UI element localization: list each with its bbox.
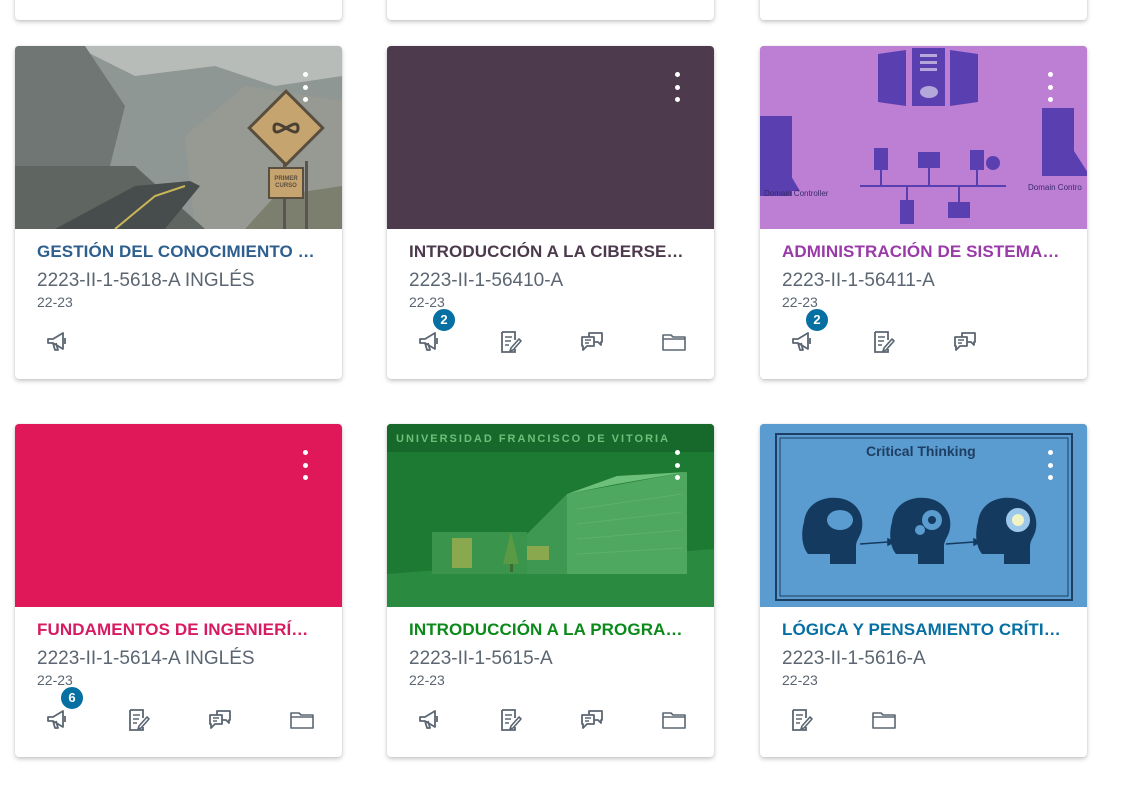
- discussions-button[interactable]: [952, 329, 978, 355]
- card-options-button[interactable]: [1043, 450, 1057, 480]
- unread-badge: 2: [432, 308, 456, 332]
- mountain-road-image: [15, 46, 342, 229]
- course-card-partial: [387, 0, 714, 20]
- assignments-button[interactable]: [498, 707, 524, 733]
- files-button[interactable]: [289, 707, 315, 733]
- folder-icon: [872, 712, 896, 729]
- diagram-label: Domain Contro: [1028, 183, 1082, 192]
- card-options-button[interactable]: [670, 450, 684, 480]
- card-options-button[interactable]: [1043, 72, 1057, 102]
- course-title-link[interactable]: LÓGICA Y PENSAMIENTO CRÍTIC…: [782, 619, 1065, 641]
- course-title-link[interactable]: FUNDAMENTOS DE INGENIERÍA…: [37, 619, 320, 641]
- megaphone-icon: [419, 710, 438, 729]
- course-card-image[interactable]: PRIMER CURSO: [15, 46, 342, 229]
- sign-text: PRIMER: [274, 176, 298, 182]
- unread-badge: 2: [805, 308, 829, 332]
- image-heading: Critical Thinking: [866, 443, 976, 459]
- course-code: 2223-II-1-56411-A: [782, 270, 935, 291]
- discussion-icon: [209, 710, 231, 729]
- folder-icon: [290, 712, 314, 729]
- course-card-image[interactable]: [15, 424, 342, 607]
- discussions-button[interactable]: [207, 707, 233, 733]
- course-title-link[interactable]: ADMINISTRACIÓN DE SISTEMAS…: [782, 241, 1065, 263]
- course-card[interactable]: PRIMER CURSO GESTIÓN DEL CONOCIMIENTO … …: [15, 46, 342, 379]
- files-button[interactable]: [871, 707, 897, 733]
- sign-text: CURSO: [275, 183, 297, 189]
- course-card-partial: [760, 0, 1087, 20]
- files-button[interactable]: [661, 707, 687, 733]
- network-diagram-image: Domain Controller Domain Contro: [760, 46, 1087, 229]
- discussion-icon: [954, 332, 976, 351]
- course-code: 2223-II-1-5614-A INGLÉS: [37, 648, 255, 669]
- assignment-icon: [792, 709, 813, 731]
- diagram-label: Domain Controller: [764, 189, 829, 198]
- announcements-button[interactable]: [416, 707, 442, 733]
- course-term: 22-23: [782, 294, 818, 310]
- course-code: 2223-II-1-56410-A: [409, 270, 564, 291]
- course-term: 22-23: [782, 672, 818, 688]
- announcements-button[interactable]: 2: [789, 308, 829, 355]
- announcements-button[interactable]: 2: [416, 308, 456, 355]
- course-code: 2223-II-1-5615-A: [409, 648, 553, 669]
- assignments-button[interactable]: [789, 707, 815, 733]
- course-code: 2223-II-1-5616-A: [782, 648, 926, 669]
- course-card-image[interactable]: [387, 46, 714, 229]
- assignment-icon: [501, 709, 522, 731]
- course-card[interactable]: Critical Thinking LÓGICA Y PENSAMIENTO C…: [760, 424, 1087, 757]
- assignment-icon: [874, 331, 895, 353]
- card-options-button[interactable]: [670, 72, 684, 102]
- card-options-button[interactable]: [298, 450, 312, 480]
- folder-icon: [662, 712, 686, 729]
- course-card-partial: [15, 0, 342, 20]
- course-title-link[interactable]: INTRODUCCIÓN A LA PROGRA…: [409, 619, 692, 641]
- megaphone-icon: [419, 332, 438, 351]
- files-button[interactable]: [661, 329, 687, 355]
- unread-badge: 6: [60, 686, 84, 710]
- course-card-image[interactable]: Critical Thinking: [760, 424, 1087, 607]
- assignments-button[interactable]: [498, 329, 524, 355]
- campus-building-image: UNIVERSIDAD FRANCISCO DE VITORIA: [387, 424, 714, 607]
- discussions-button[interactable]: [579, 329, 605, 355]
- course-card[interactable]: FUNDAMENTOS DE INGENIERÍA… 2223-II-1-561…: [15, 424, 342, 757]
- course-term: 22-23: [37, 672, 73, 688]
- critical-thinking-image: Critical Thinking: [760, 424, 1087, 607]
- course-term: 22-23: [409, 294, 445, 310]
- course-title-link[interactable]: GESTIÓN DEL CONOCIMIENTO …: [37, 241, 320, 263]
- announcements-button[interactable]: [44, 329, 70, 355]
- course-card[interactable]: INTRODUCCIÓN A LA CIBERSEG… 2223-II-1-56…: [387, 46, 714, 379]
- course-term: 22-23: [37, 294, 73, 310]
- megaphone-icon: [792, 332, 811, 351]
- discussion-icon: [581, 332, 603, 351]
- course-card[interactable]: UNIVERSIDAD FRANCISCO DE VITORIA INTRODU…: [387, 424, 714, 757]
- course-card-image[interactable]: Domain Controller Domain Contro: [760, 46, 1087, 229]
- announcements-button[interactable]: 6: [44, 686, 84, 733]
- assignment-icon: [129, 709, 150, 731]
- card-options-button[interactable]: [298, 72, 312, 102]
- megaphone-icon: [47, 710, 66, 729]
- assignments-button[interactable]: [871, 329, 897, 355]
- course-card[interactable]: Domain Controller Domain Contro ADMINIST…: [760, 46, 1087, 379]
- course-code: 2223-II-1-5618-A INGLÉS: [37, 270, 255, 291]
- course-card-image[interactable]: UNIVERSIDAD FRANCISCO DE VITORIA: [387, 424, 714, 607]
- course-term: 22-23: [409, 672, 445, 688]
- folder-icon: [662, 334, 686, 351]
- assignment-icon: [501, 331, 522, 353]
- megaphone-icon: [47, 332, 66, 351]
- assignments-button[interactable]: [126, 707, 152, 733]
- course-title-link[interactable]: INTRODUCCIÓN A LA CIBERSEG…: [409, 241, 692, 263]
- discussion-icon: [581, 710, 603, 729]
- discussions-button[interactable]: [579, 707, 605, 733]
- banner-text: UNIVERSIDAD FRANCISCO DE VITORIA: [396, 433, 670, 445]
